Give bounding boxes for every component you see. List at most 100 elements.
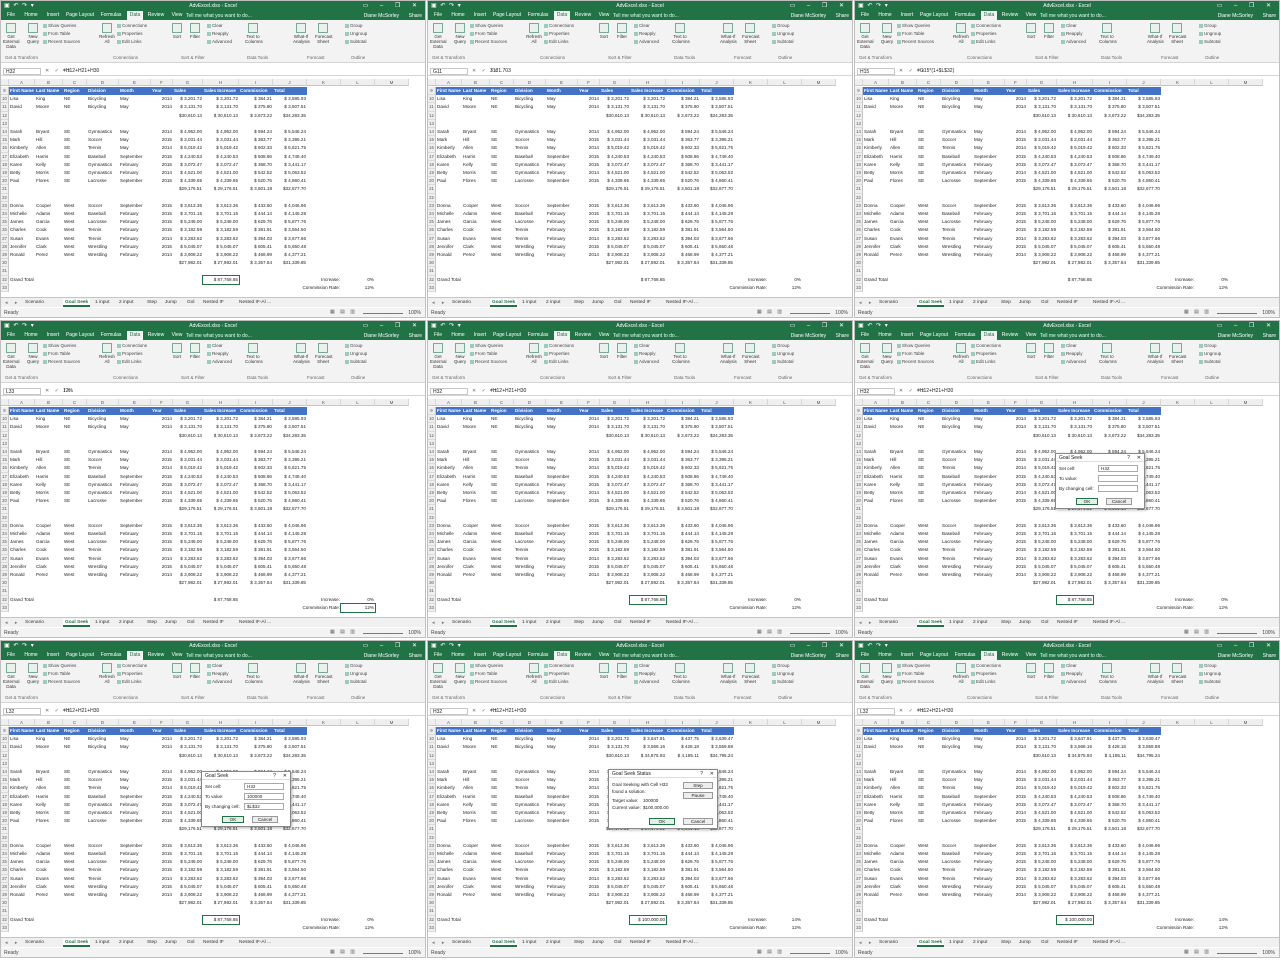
tab-review[interactable]: Review xyxy=(573,651,593,660)
tab-home[interactable]: Home xyxy=(21,331,41,340)
data-cell[interactable]: May xyxy=(119,448,151,456)
data-cell[interactable]: Susan xyxy=(863,555,889,563)
column-header-f[interactable]: F xyxy=(151,399,173,406)
data-cell[interactable]: David xyxy=(863,103,889,111)
data-cell[interactable]: Michelle xyxy=(9,530,35,538)
data-cell[interactable]: September xyxy=(973,177,1005,185)
row-header[interactable]: 12 xyxy=(1,431,9,440)
subtotal-cell[interactable]: $27,982.01 xyxy=(173,259,203,267)
data-cell[interactable]: $ 3,701.15 xyxy=(203,210,239,218)
subtotal-cell[interactable] xyxy=(63,899,87,907)
data-cell[interactable]: 2015 xyxy=(578,817,600,825)
sheet-tab-scenario[interactable]: Scenario xyxy=(450,619,473,627)
data-cell[interactable]: 2015 xyxy=(151,210,173,218)
subtotal-cell[interactable] xyxy=(63,432,87,440)
data-cell[interactable]: Kimberly xyxy=(9,144,35,152)
subtotal-cell[interactable] xyxy=(35,579,63,587)
properties-button[interactable]: Properties xyxy=(544,31,570,36)
data-cell[interactable]: SE xyxy=(917,464,941,472)
data-cell[interactable]: February xyxy=(973,809,1005,817)
data-cell[interactable]: $ 3,701.15 xyxy=(600,210,630,218)
subtotal-button[interactable]: Subtotal xyxy=(1199,39,1221,44)
data-cell[interactable]: 2014 xyxy=(1005,891,1027,899)
subtotal-cell[interactable] xyxy=(941,185,973,193)
data-cell[interactable]: $ 4,377.21 xyxy=(273,891,307,899)
column-header-h[interactable]: H xyxy=(630,399,666,406)
row-header[interactable]: 32 xyxy=(855,595,863,604)
sheet-tab-nested-if-al-[interactable]: Nested IF-Al ... xyxy=(237,619,273,627)
data-cell[interactable]: $ 3,182.59 xyxy=(203,226,239,234)
data-cell[interactable]: Lacrosse xyxy=(87,497,119,505)
row-header[interactable]: 26 xyxy=(855,546,863,555)
subtotal-cell[interactable]: $34,283.35 xyxy=(700,432,734,440)
tab-page-layout[interactable]: Page Layout xyxy=(65,331,95,340)
data-cell[interactable]: SE xyxy=(490,809,514,817)
data-cell[interactable]: $ 3,031.44 xyxy=(1027,136,1057,144)
data-cell[interactable]: September xyxy=(546,202,578,210)
data-cell[interactable]: $ 5,248.00 xyxy=(203,858,239,866)
sheet-nav-arrows[interactable]: ◂ ▸ xyxy=(432,940,447,946)
subtotal-cell[interactable]: $27,982.01 xyxy=(600,579,630,587)
data-cell[interactable]: Flores xyxy=(462,497,490,505)
column-header-k[interactable]: K xyxy=(307,719,341,726)
data-cell[interactable]: $ 4,377.21 xyxy=(700,571,734,579)
text-to-columns-button[interactable]: Text to Columns xyxy=(672,663,690,684)
table-header-cell[interactable]: Month xyxy=(973,87,1005,96)
data-cell[interactable]: $ 3,908.22 xyxy=(600,251,630,259)
data-cell[interactable]: $ 444.14 xyxy=(666,530,700,538)
data-cell[interactable]: $ 3,031.44 xyxy=(1027,456,1057,464)
row-header[interactable]: 27 xyxy=(428,874,436,883)
data-cell[interactable]: Baseball xyxy=(941,473,973,481)
data-cell[interactable]: Charles xyxy=(436,226,462,234)
data-cell[interactable]: $ 394.03 xyxy=(666,555,700,563)
table-header-cell[interactable]: Sales Increase xyxy=(1057,407,1093,416)
text-to-columns-button[interactable]: Text to Columns xyxy=(1099,23,1117,44)
subtotal-cell[interactable]: $29,176.51 xyxy=(600,505,630,513)
data-cell[interactable]: $ 542.52 xyxy=(239,489,273,497)
sort-button[interactable]: Sort xyxy=(596,663,612,679)
sheet-tab-step[interactable]: Step xyxy=(999,299,1013,307)
changing-cell-input[interactable]: $L$32 xyxy=(244,803,284,810)
data-cell[interactable]: $ 3,283.62 xyxy=(630,875,666,883)
ungroup-button[interactable]: Ungroup xyxy=(345,351,367,356)
data-cell[interactable]: $ 5,248.00 xyxy=(600,218,630,226)
data-cell[interactable]: $ 3,031.44 xyxy=(600,136,630,144)
data-cell[interactable]: Cooper xyxy=(889,202,917,210)
data-cell[interactable]: May xyxy=(973,136,1005,144)
row-header[interactable]: 17 xyxy=(428,152,436,161)
data-cell[interactable]: February xyxy=(973,875,1005,883)
clear-button[interactable]: Clear xyxy=(1061,23,1077,28)
row-header[interactable]: 19 xyxy=(428,169,436,178)
data-cell[interactable]: West xyxy=(63,210,87,218)
data-cell[interactable]: 2015 xyxy=(151,883,173,891)
data-cell[interactable]: 2014 xyxy=(151,768,173,776)
table-header-cell[interactable]: Region xyxy=(490,407,514,416)
filter-button[interactable]: Filter xyxy=(187,23,203,39)
worksheet-grid[interactable]: A B C D E F G H I J K L M 9 First Name Last Name Region D… xyxy=(855,719,1279,935)
data-cell[interactable]: Baseball xyxy=(87,793,119,801)
row-header[interactable]: 10 xyxy=(855,95,863,104)
data-cell[interactable]: 2015 xyxy=(1005,546,1027,554)
subtotal-cell[interactable]: $32,677.70 xyxy=(273,185,307,193)
data-cell[interactable]: NE xyxy=(917,423,941,431)
data-cell[interactable]: $ 375.80 xyxy=(666,423,700,431)
table-header-cell[interactable]: Sales Increase xyxy=(630,727,666,736)
data-cell[interactable]: $ 437.75 xyxy=(666,735,700,743)
data-cell[interactable]: 2014 xyxy=(578,251,600,259)
data-cell[interactable]: $ 394.03 xyxy=(239,555,273,563)
column-header-f[interactable]: F xyxy=(1005,719,1027,726)
data-cell[interactable]: David xyxy=(9,743,35,751)
data-cell[interactable]: 2014 xyxy=(578,464,600,472)
data-cell[interactable]: SE xyxy=(490,497,514,505)
tab-insert[interactable]: Insert xyxy=(898,331,916,340)
row-header[interactable]: 26 xyxy=(1,546,9,555)
table-header-cell[interactable]: Month xyxy=(119,727,151,736)
data-cell[interactable]: $ 3,072.47 xyxy=(173,481,203,489)
show-queries-button[interactable]: Show Queries xyxy=(470,23,503,28)
subtotal-cell[interactable] xyxy=(863,432,889,440)
column-header-b[interactable]: B xyxy=(35,399,63,406)
tab-page-layout[interactable]: Page Layout xyxy=(65,11,95,20)
data-cell[interactable]: Moore xyxy=(462,423,490,431)
tab-page-layout[interactable]: Page Layout xyxy=(492,651,522,660)
forecast-sheet-button[interactable]: Forecast Sheet xyxy=(315,663,333,684)
